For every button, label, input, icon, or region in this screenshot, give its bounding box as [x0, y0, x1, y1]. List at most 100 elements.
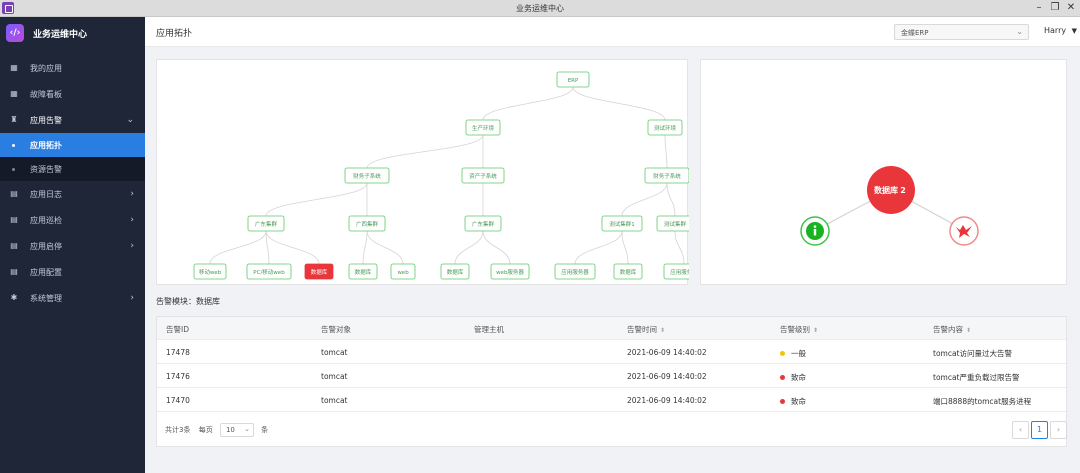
user-name: Harry [1044, 26, 1067, 35]
maximize-icon[interactable]: ❐ [1048, 1, 1062, 15]
project-select[interactable]: 金蝶ERP ⌄ [894, 24, 1029, 40]
sidebar-item-label: 系统管理 [30, 293, 62, 303]
detail-center-count: 2 [900, 186, 906, 195]
alarm-table: 告警ID 告警对象 管理主机 告警时间 ⬍ 告警级别 ⬍ 告警内容 ⬍ 17478 t… [156, 316, 1067, 447]
table-row[interactable]: 17470 tomcat 2021-06-09 14:40:02 致命 端口88… [157, 389, 1066, 412]
column-header-content[interactable]: 告警内容 ⬍ [933, 324, 971, 335]
topology-node-t2[interactable]: 测试集群 [656, 215, 694, 232]
topology-node-gx[interactable]: 广西集群 [348, 215, 386, 232]
error-icon[interactable] [949, 216, 979, 246]
sidebar-item-app-config[interactable]: ▤ 应用配置 [0, 259, 145, 285]
topology-node-label: 应用服务器 [670, 268, 689, 276]
column-header-level[interactable]: 告警级别 ⬍ [780, 324, 818, 335]
topology-node-db2[interactable]: 数据库 [348, 263, 378, 280]
topology-node-pc[interactable]: PC/移动web [246, 263, 292, 280]
topology-node-erp[interactable]: ERP [556, 71, 590, 88]
page-button-1[interactable]: 1 [1031, 421, 1048, 439]
bell-icon: ♜ [10, 115, 18, 124]
sidebar-item-label: 应用告警 [30, 115, 62, 125]
topology-node-label: 财务子系统 [653, 172, 681, 180]
power-icon: ▤ [10, 241, 18, 250]
topology-node-websvc[interactable]: web服务器 [490, 263, 530, 280]
cell-time: 2021-06-09 14:40:02 [627, 372, 707, 381]
topology-node-test[interactable]: 测试环境 [647, 119, 683, 136]
minimize-icon[interactable]: – [1032, 1, 1046, 15]
next-page-button[interactable]: › [1050, 421, 1067, 439]
sidebar-item-app-startstop[interactable]: ▤ 应用启停 › [0, 233, 145, 259]
sidebar-item-label: 我的应用 [30, 63, 62, 73]
table-row[interactable]: 17476 tomcat 2021-06-09 14:40:02 致命 tomc… [157, 365, 1066, 388]
topology-node-gd[interactable]: 广东集群 [247, 215, 285, 232]
topology-node-db1[interactable]: 数据库 [304, 263, 334, 280]
topology-node-t1[interactable]: 测试集群1 [601, 215, 643, 232]
brand-name: 业务运维中心 [33, 29, 88, 40]
topology-node-label: 测试集群 [664, 220, 687, 228]
topology-node-fin1[interactable]: 财务子系统 [344, 167, 390, 184]
topology-node-app1[interactable]: 应用服务器 [554, 263, 596, 280]
topology-node-app2[interactable]: 应用服务器 [663, 263, 705, 280]
sort-icon[interactable]: ⬍ [813, 327, 818, 334]
topology-node-fin2[interactable]: 财务子系统 [644, 167, 690, 184]
info-icon[interactable] [800, 216, 830, 246]
node-detail-graph: 数据库 2 [800, 166, 979, 246]
sidebar-item-label: 应用拓扑 [30, 140, 62, 150]
topology-node-label: 广东集群 [472, 220, 495, 228]
topology-edge [572, 86, 666, 121]
topology-node-label: 数据库 [311, 268, 328, 276]
topology-edge [674, 230, 685, 265]
topology-node-label: web [397, 270, 409, 276]
sidebar-item-my-apps[interactable]: ▦ 我的应用 [0, 55, 145, 81]
topology-node-gd2[interactable]: 广东集群 [464, 215, 502, 232]
close-icon[interactable]: ✕ [1064, 1, 1078, 15]
sidebar-item-label: 应用配置 [30, 267, 62, 277]
topology-node-label: 移动web [199, 268, 222, 276]
alarm-module-label: 告警模块： [156, 297, 196, 306]
node-detail-panel: 数据库 2 [700, 59, 1067, 285]
prev-page-button[interactable]: ‹ [1012, 421, 1029, 439]
topology-node-web2[interactable]: web [390, 263, 416, 280]
sidebar-item-app-topology[interactable]: 应用拓扑 [0, 133, 145, 157]
topology-node-label: 资产子系统 [469, 172, 497, 180]
topology-node-web1[interactable]: 移动web [193, 263, 227, 280]
project-select-value: 金蝶ERP [901, 29, 929, 37]
sort-icon[interactable]: ⬍ [966, 327, 971, 334]
topology-edge [265, 182, 368, 217]
sort-icon[interactable]: ⬍ [660, 327, 665, 334]
column-header-host: 管理主机 [474, 325, 504, 334]
topology-edge [621, 182, 668, 217]
code-bracket-icon: ‹/› [6, 24, 24, 42]
topology-node-label: 数据库 [447, 268, 464, 276]
column-header-object: 告警对象 [321, 325, 351, 334]
topology-edge [666, 182, 676, 217]
table-row[interactable]: 17478 tomcat 2021-06-09 14:40:02 一般 tomc… [157, 341, 1066, 364]
topology-graph: ERP 生产环境 测试环境财务子系统 资产子系统 财务子系统广东集群 广西集群 广东集群 测试… [193, 71, 705, 280]
user-menu[interactable]: Harry ▼ [1044, 26, 1077, 35]
topology-edge [265, 230, 320, 265]
topology-node-db3[interactable]: 数据库 [440, 263, 470, 280]
topology-node-inv[interactable]: 资产子系统 [461, 167, 505, 184]
bullet-icon [12, 143, 15, 147]
cell-object: tomcat [321, 396, 348, 405]
sidebar-item-app-inspect[interactable]: ▤ 应用巡检 › [0, 207, 145, 233]
topology-node-label: 应用服务器 [561, 268, 589, 276]
sidebar-item-app-log[interactable]: ▤ 应用日志 › [0, 181, 145, 207]
topology-node-db4[interactable]: 数据库 [613, 263, 643, 280]
topology-edge [366, 134, 484, 169]
cell-level-label: 致命 [791, 373, 806, 382]
column-header-time-label: 告警时间 [627, 325, 657, 334]
cell-level: 一般 [780, 348, 806, 359]
sidebar-item-system[interactable]: ✱ 系统管理 › [0, 285, 145, 311]
chevron-down-icon: ⌄ [1016, 27, 1023, 36]
sidebar-item-app-alarm[interactable]: ♜ 应用告警 ⌄ [0, 107, 145, 133]
window-title: 业务运维中心 [516, 4, 564, 13]
table-header-row: 告警ID 告警对象 管理主机 告警时间 ⬍ 告警级别 ⬍ 告警内容 ⬍ [157, 317, 1066, 340]
page-size-select[interactable]: 10 ⌄ [219, 423, 254, 437]
sidebar-item-resource-alarm[interactable]: 资源告警 [0, 157, 145, 181]
topology-node-prod[interactable]: 生产环境 [465, 119, 501, 136]
topology-node-label: web服务器 [496, 268, 524, 276]
column-header-time[interactable]: 告警时间 ⬍ [627, 324, 665, 335]
sidebar-item-label: 资源告警 [30, 164, 62, 174]
detail-center-label: 数据库 [874, 185, 898, 195]
topology-panel: ERP 生产环境 测试环境财务子系统 资产子系统 财务子系统广东集群 广西集群 广东集群 测试… [156, 59, 705, 285]
sidebar-item-fault-board[interactable]: ▦ 故障看板 [0, 81, 145, 107]
